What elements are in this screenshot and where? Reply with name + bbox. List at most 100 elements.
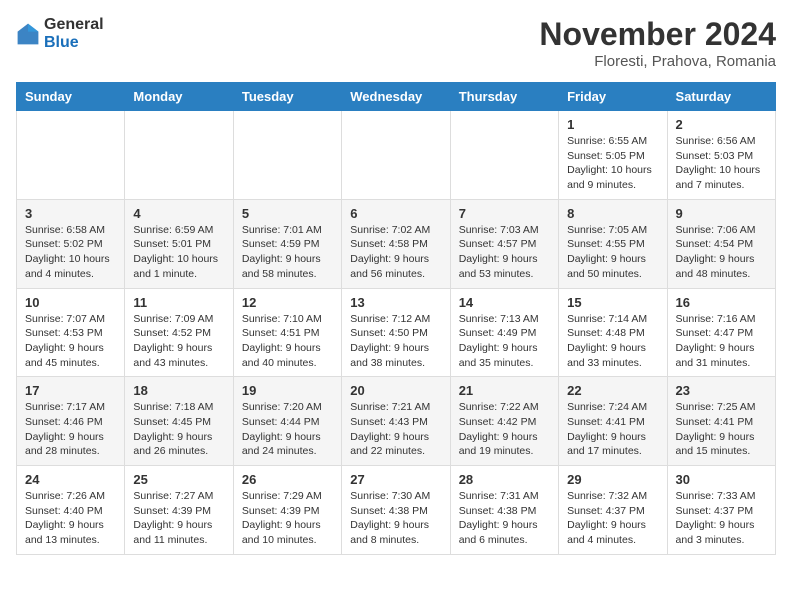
calendar-cell: 26Sunrise: 7:29 AM Sunset: 4:39 PM Dayli… — [233, 466, 341, 555]
page-header: General Blue November 2024 Floresti, Pra… — [16, 16, 776, 70]
day-detail: Sunrise: 7:16 AM Sunset: 4:47 PM Dayligh… — [676, 312, 767, 371]
calendar-cell: 7Sunrise: 7:03 AM Sunset: 4:57 PM Daylig… — [450, 199, 558, 288]
day-detail: Sunrise: 7:20 AM Sunset: 4:44 PM Dayligh… — [242, 400, 333, 459]
day-number: 19 — [242, 383, 333, 398]
day-number: 11 — [133, 295, 224, 310]
calendar-cell — [450, 111, 558, 200]
day-detail: Sunrise: 7:14 AM Sunset: 4:48 PM Dayligh… — [567, 312, 658, 371]
day-detail: Sunrise: 7:01 AM Sunset: 4:59 PM Dayligh… — [242, 223, 333, 282]
calendar-cell: 25Sunrise: 7:27 AM Sunset: 4:39 PM Dayli… — [125, 466, 233, 555]
day-number: 23 — [676, 383, 767, 398]
weekday-header-wednesday: Wednesday — [342, 83, 450, 111]
title-section: November 2024 Floresti, Prahova, Romania — [539, 16, 776, 70]
day-number: 14 — [459, 295, 550, 310]
calendar-cell: 19 Sunrise: 7:20 AM Sunset: 4:44 PM Dayli… — [233, 377, 341, 466]
logo: General Blue — [16, 16, 104, 51]
day-number: 1 — [567, 117, 658, 132]
day-detail: Sunrise: 7:29 AM Sunset: 4:39 PM Dayligh… — [242, 489, 333, 548]
calendar-cell: 17 Sunrise: 7:17 AM Sunset: 4:46 PM Dayli… — [17, 377, 125, 466]
day-number: 8 — [567, 206, 658, 221]
calendar-cell: 4 Sunrise: 6:59 AM Sunset: 5:01 PM Daylig… — [125, 199, 233, 288]
calendar-body: 1 Sunrise: 6:55 AM Sunset: 5:05 PM Daylig… — [17, 111, 776, 555]
day-detail: Sunrise: 7:18 AM Sunset: 4:45 PM Dayligh… — [133, 400, 224, 459]
day-detail: Sunrise: 7:13 AM Sunset: 4:49 PM Dayligh… — [459, 312, 550, 371]
calendar-cell: 6 Sunrise: 7:02 AM Sunset: 4:58 PM Daylig… — [342, 199, 450, 288]
weekday-header-saturday: Saturday — [667, 83, 775, 111]
calendar-week-5: 24Sunrise: 7:26 AM Sunset: 4:40 PM Dayli… — [17, 466, 776, 555]
calendar-week-2: 3 Sunrise: 6:58 AM Sunset: 5:02 PM Daylig… — [17, 199, 776, 288]
day-number: 30 — [676, 472, 767, 487]
day-number: 4 — [133, 206, 224, 221]
calendar-cell: 12Sunrise: 7:10 AM Sunset: 4:51 PM Dayli… — [233, 288, 341, 377]
calendar-week-4: 17 Sunrise: 7:17 AM Sunset: 4:46 PM Dayli… — [17, 377, 776, 466]
weekday-header-sunday: Sunday — [17, 83, 125, 111]
calendar-cell: 22Sunrise: 7:24 AM Sunset: 4:41 PM Dayli… — [559, 377, 667, 466]
calendar-cell: 8 Sunrise: 7:05 AM Sunset: 4:55 PM Daylig… — [559, 199, 667, 288]
day-number: 2 — [676, 117, 767, 132]
calendar-cell: 29 Sunrise: 7:32 AM Sunset: 4:37 PM Dayli… — [559, 466, 667, 555]
calendar-week-3: 10Sunrise: 7:07 AM Sunset: 4:53 PM Dayli… — [17, 288, 776, 377]
calendar-cell: 30Sunrise: 7:33 AM Sunset: 4:37 PM Dayli… — [667, 466, 775, 555]
day-number: 29 — [567, 472, 658, 487]
calendar-cell: 21 Sunrise: 7:22 AM Sunset: 4:42 PM Dayli… — [450, 377, 558, 466]
day-number: 10 — [25, 295, 116, 310]
calendar-cell: 2 Sunrise: 6:56 AM Sunset: 5:03 PM Daylig… — [667, 111, 775, 200]
calendar-cell: 9Sunrise: 7:06 AM Sunset: 4:54 PM Daylig… — [667, 199, 775, 288]
day-detail: Sunrise: 7:10 AM Sunset: 4:51 PM Dayligh… — [242, 312, 333, 371]
day-detail: Sunrise: 7:24 AM Sunset: 4:41 PM Dayligh… — [567, 400, 658, 459]
day-detail: Sunrise: 6:56 AM Sunset: 5:03 PM Dayligh… — [676, 134, 767, 193]
day-detail: Sunrise: 7:05 AM Sunset: 4:55 PM Dayligh… — [567, 223, 658, 282]
logo-general-text: General — [44, 16, 104, 34]
calendar-cell — [342, 111, 450, 200]
day-detail: Sunrise: 7:31 AM Sunset: 4:38 PM Dayligh… — [459, 489, 550, 548]
calendar-cell: 24Sunrise: 7:26 AM Sunset: 4:40 PM Dayli… — [17, 466, 125, 555]
day-detail: Sunrise: 7:02 AM Sunset: 4:58 PM Dayligh… — [350, 223, 441, 282]
day-number: 6 — [350, 206, 441, 221]
day-number: 17 — [25, 383, 116, 398]
calendar-cell: 13Sunrise: 7:12 AM Sunset: 4:50 PM Dayli… — [342, 288, 450, 377]
day-detail: Sunrise: 7:06 AM Sunset: 4:54 PM Dayligh… — [676, 223, 767, 282]
day-number: 3 — [25, 206, 116, 221]
calendar-cell: 27 Sunrise: 7:30 AM Sunset: 4:38 PM Dayli… — [342, 466, 450, 555]
day-number: 27 — [350, 472, 441, 487]
day-detail: Sunrise: 6:58 AM Sunset: 5:02 PM Dayligh… — [25, 223, 116, 282]
weekday-header-monday: Monday — [125, 83, 233, 111]
weekday-header-tuesday: Tuesday — [233, 83, 341, 111]
calendar-header: SundayMondayTuesdayWednesdayThursdayFrid… — [17, 83, 776, 111]
day-detail: Sunrise: 7:17 AM Sunset: 4:46 PM Dayligh… — [25, 400, 116, 459]
calendar-cell: 20 Sunrise: 7:21 AM Sunset: 4:43 PM Dayli… — [342, 377, 450, 466]
calendar-week-1: 1 Sunrise: 6:55 AM Sunset: 5:05 PM Daylig… — [17, 111, 776, 200]
day-detail: Sunrise: 7:21 AM Sunset: 4:43 PM Dayligh… — [350, 400, 441, 459]
calendar-cell: 23 Sunrise: 7:25 AM Sunset: 4:41 PM Dayli… — [667, 377, 775, 466]
day-detail: Sunrise: 7:12 AM Sunset: 4:50 PM Dayligh… — [350, 312, 441, 371]
day-number: 28 — [459, 472, 550, 487]
weekday-header-row: SundayMondayTuesdayWednesdayThursdayFrid… — [17, 83, 776, 111]
day-number: 5 — [242, 206, 333, 221]
day-number: 25 — [133, 472, 224, 487]
logo-blue-text: Blue — [44, 34, 104, 52]
day-number: 20 — [350, 383, 441, 398]
day-number: 15 — [567, 295, 658, 310]
logo-icon — [16, 22, 40, 46]
day-detail: Sunrise: 7:09 AM Sunset: 4:52 PM Dayligh… — [133, 312, 224, 371]
calendar-cell: 10Sunrise: 7:07 AM Sunset: 4:53 PM Dayli… — [17, 288, 125, 377]
day-number: 16 — [676, 295, 767, 310]
calendar-cell: 16 Sunrise: 7:16 AM Sunset: 4:47 PM Dayli… — [667, 288, 775, 377]
day-detail: Sunrise: 6:59 AM Sunset: 5:01 PM Dayligh… — [133, 223, 224, 282]
location-title: Floresti, Prahova, Romania — [539, 53, 776, 70]
calendar-table: SundayMondayTuesdayWednesdayThursdayFrid… — [16, 82, 776, 555]
day-number: 21 — [459, 383, 550, 398]
day-detail: Sunrise: 7:32 AM Sunset: 4:37 PM Dayligh… — [567, 489, 658, 548]
day-detail: Sunrise: 7:30 AM Sunset: 4:38 PM Dayligh… — [350, 489, 441, 548]
calendar-cell: 5 Sunrise: 7:01 AM Sunset: 4:59 PM Daylig… — [233, 199, 341, 288]
calendar-cell — [233, 111, 341, 200]
day-number: 24 — [25, 472, 116, 487]
calendar-cell: 18Sunrise: 7:18 AM Sunset: 4:45 PM Dayli… — [125, 377, 233, 466]
calendar-cell: 11 Sunrise: 7:09 AM Sunset: 4:52 PM Dayli… — [125, 288, 233, 377]
day-detail: Sunrise: 6:55 AM Sunset: 5:05 PM Dayligh… — [567, 134, 658, 193]
calendar-cell — [17, 111, 125, 200]
day-detail: Sunrise: 7:25 AM Sunset: 4:41 PM Dayligh… — [676, 400, 767, 459]
calendar-cell: 14 Sunrise: 7:13 AM Sunset: 4:49 PM Dayli… — [450, 288, 558, 377]
day-detail: Sunrise: 7:03 AM Sunset: 4:57 PM Dayligh… — [459, 223, 550, 282]
day-detail: Sunrise: 7:22 AM Sunset: 4:42 PM Dayligh… — [459, 400, 550, 459]
